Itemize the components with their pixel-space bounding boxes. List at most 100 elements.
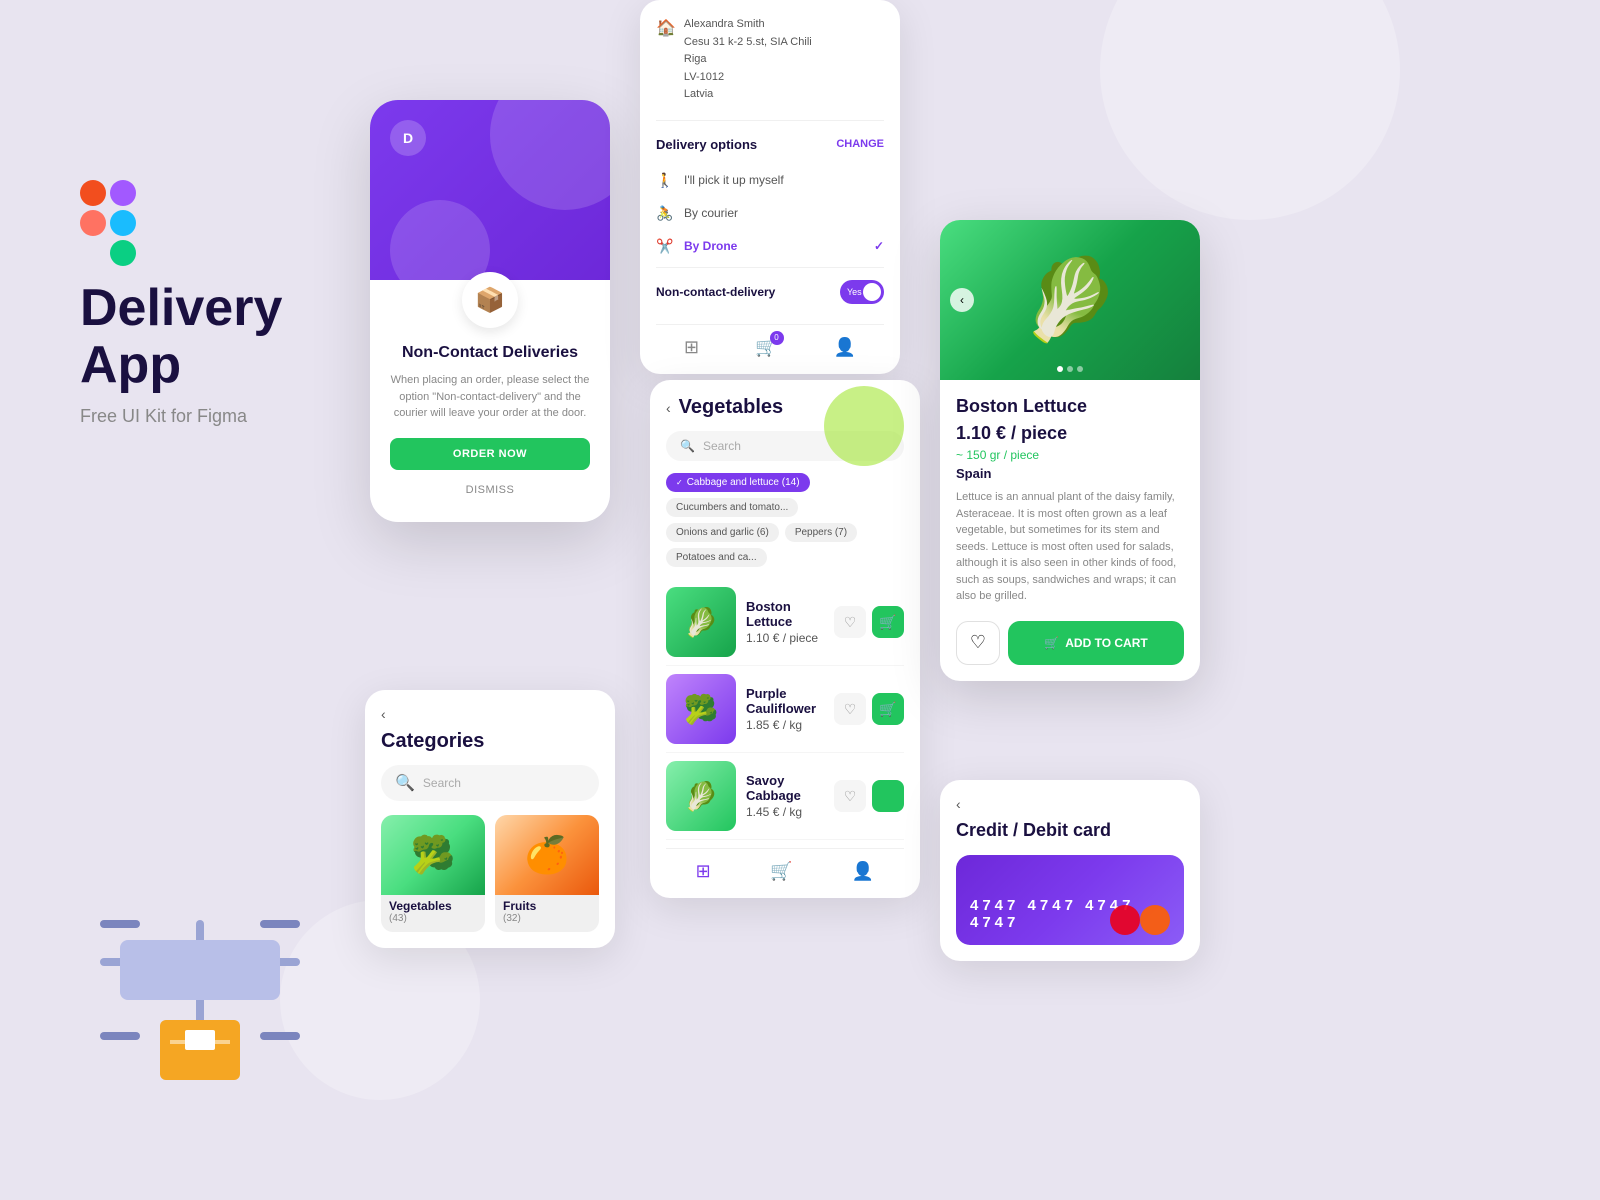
categories-grid: Vegetables (43) Fruits (32) bbox=[381, 815, 599, 932]
credit-card-visual: 4747 4747 4747 4747 bbox=[956, 855, 1184, 945]
change-button[interactable]: CHANGE bbox=[836, 138, 884, 150]
chip-potatoes[interactable]: Potatoes and ca... bbox=[666, 548, 767, 567]
home-icon: 🏠 bbox=[656, 18, 676, 38]
chip-peppers[interactable]: Peppers (7) bbox=[785, 523, 857, 542]
delivery-package bbox=[160, 1020, 240, 1080]
drone-body bbox=[100, 920, 300, 1040]
profile-nav-icon[interactable]: 👤 bbox=[834, 337, 856, 358]
package-label bbox=[185, 1030, 215, 1050]
option-label: By Drone bbox=[684, 239, 737, 253]
delivery-address: 🏠 Alexandra Smith Cesu 31 k-2 5.st, SIA … bbox=[656, 16, 884, 121]
categories-search[interactable]: 🔍 Search bbox=[381, 765, 599, 801]
product-info: Boston Lettuce 1.10 € / piece bbox=[746, 599, 824, 645]
grid-nav-icon[interactable]: ⊞ bbox=[684, 337, 699, 358]
chip-cabbage[interactable]: ✓ Cabbage and lettuce (14) bbox=[666, 473, 810, 492]
dot-3 bbox=[1077, 366, 1083, 372]
product-image-area: 🥬 ‹ bbox=[940, 220, 1200, 380]
product-actions: ♡ 🛒 bbox=[834, 693, 904, 725]
category-vegetables[interactable]: Vegetables (43) bbox=[381, 815, 485, 932]
dismiss-button[interactable]: DISMISS bbox=[390, 478, 590, 502]
chip-cucumbers[interactable]: Cucumbers and tomato... bbox=[666, 498, 798, 517]
chip-label: Potatoes and ca... bbox=[676, 552, 757, 563]
bottom-nav: ⊞ 🛒 0 👤 bbox=[656, 324, 884, 358]
category-count: (43) bbox=[381, 913, 485, 924]
chip-onions[interactable]: Onions and garlic (6) bbox=[666, 523, 779, 542]
boston-lettuce-image: 🥬 bbox=[666, 587, 736, 657]
non-contact-card: D 📦 Non-Contact Deliveries When placing … bbox=[370, 100, 610, 522]
mastercard-red bbox=[1110, 905, 1140, 935]
product-purple-cauliflower: 🥦 Purple Cauliflower 1.85 € / kg ♡ 🛒 bbox=[666, 666, 904, 753]
figma-logo bbox=[80, 180, 140, 260]
drone-propeller-br bbox=[260, 1032, 300, 1040]
product-wishlist-button[interactable]: ♡ bbox=[956, 621, 1000, 665]
brand-title: Delivery App bbox=[80, 280, 360, 394]
mastercard-logo bbox=[1120, 905, 1170, 935]
category-name: Fruits bbox=[495, 895, 599, 913]
back-arrow[interactable]: ‹ bbox=[666, 400, 671, 416]
mastercard-orange bbox=[1140, 905, 1170, 935]
categories-title: Categories bbox=[381, 730, 599, 753]
add-to-cart-button[interactable] bbox=[872, 780, 904, 812]
product-description: Lettuce is an annual plant of the daisy … bbox=[956, 489, 1184, 605]
logo-green bbox=[110, 240, 136, 266]
product-price: 1.85 € / kg bbox=[746, 718, 824, 732]
product-image: 🥬 bbox=[1020, 253, 1120, 347]
product-actions: ♡ bbox=[834, 780, 904, 812]
product-boston-lettuce: 🥬 Boston Lettuce 1.10 € / piece ♡ 🛒 bbox=[666, 579, 904, 666]
category-fruits[interactable]: Fruits (32) bbox=[495, 815, 599, 932]
wishlist-button[interactable]: ♡ bbox=[834, 606, 866, 638]
option-pickup[interactable]: 🚶 I'll pick it up myself bbox=[656, 164, 884, 197]
vegetables-search-card: ‹ Vegetables 🔍 Search ✓ Cabbage and lett… bbox=[650, 380, 920, 898]
walk-icon: 🚶 bbox=[656, 172, 676, 189]
non-contact-toggle[interactable]: Yes bbox=[840, 280, 884, 304]
wishlist-button[interactable]: ♡ bbox=[834, 780, 866, 812]
add-to-cart-button[interactable]: 🛒 bbox=[872, 606, 904, 638]
bg-decoration-1 bbox=[1100, 0, 1400, 220]
search-placeholder: Search bbox=[423, 776, 461, 790]
credit-back-arrow[interactable]: ‹ bbox=[956, 796, 1184, 812]
dot-2 bbox=[1067, 366, 1073, 372]
box-icon: 📦 bbox=[462, 272, 518, 328]
add-to-cart-button[interactable]: 🛒 bbox=[872, 693, 904, 725]
option-courier[interactable]: 🚴 By courier bbox=[656, 197, 884, 230]
chip-label: Onions and garlic (6) bbox=[676, 527, 769, 538]
product-image-dots bbox=[1057, 366, 1083, 372]
product-size: ~ 150 gr / piece bbox=[956, 448, 1184, 462]
bike-icon: 🚴 bbox=[656, 205, 676, 222]
order-now-button[interactable]: ORDER NOW bbox=[390, 438, 590, 470]
vegetables-title: Vegetables bbox=[679, 396, 784, 419]
header-blob-1 bbox=[490, 100, 610, 210]
product-detail-name: Boston Lettuce bbox=[956, 396, 1184, 417]
product-info: Savoy Cabbage 1.45 € / kg bbox=[746, 773, 824, 819]
logo-orange bbox=[80, 210, 106, 236]
option-drone[interactable]: ✂️ By Drone ✓ bbox=[656, 230, 884, 263]
cart-nav[interactable]: 🛒 bbox=[770, 861, 792, 882]
brand-panel: Delivery App Free UI Kit for Figma bbox=[80, 180, 360, 427]
product-nav-arrow[interactable]: ‹ bbox=[950, 288, 974, 312]
option-label: I'll pick it up myself bbox=[684, 173, 784, 187]
drone-propeller-bl bbox=[100, 1032, 140, 1040]
categories-card: ‹ Categories 🔍 Search Vegetables (43) Fr… bbox=[365, 690, 615, 948]
wishlist-button[interactable]: ♡ bbox=[834, 693, 866, 725]
search-icon: 🔍 bbox=[680, 439, 695, 453]
card-description: When placing an order, please select the… bbox=[390, 372, 590, 422]
categories-back-arrow[interactable]: ‹ bbox=[381, 706, 599, 722]
add-to-cart-button[interactable]: 🛒 ADD TO CART bbox=[1008, 621, 1184, 665]
product-name: Purple Cauliflower bbox=[746, 686, 824, 716]
credit-card-panel: ‹ Credit / Debit card 4747 4747 4747 474… bbox=[940, 780, 1200, 961]
app-logo: D bbox=[390, 120, 426, 156]
dot-1 bbox=[1057, 366, 1063, 372]
drone-frame bbox=[120, 940, 280, 1000]
options-header: Delivery options CHANGE bbox=[656, 137, 884, 152]
brand-subtitle: Free UI Kit for Figma bbox=[80, 406, 360, 427]
address-text: Alexandra Smith Cesu 31 k-2 5.st, SIA Ch… bbox=[684, 16, 812, 104]
option-label: By courier bbox=[684, 206, 738, 220]
product-price: 1.45 € / kg bbox=[746, 805, 824, 819]
cart-icon: 🛒 bbox=[1044, 636, 1059, 650]
logo-blue bbox=[110, 210, 136, 236]
profile-nav[interactable]: 👤 bbox=[852, 861, 874, 882]
grid-nav[interactable]: ⊞ bbox=[696, 861, 711, 882]
cauliflower-image: 🥦 bbox=[666, 674, 736, 744]
cart-nav-icon[interactable]: 🛒 0 bbox=[755, 337, 777, 358]
chip-label: Peppers (7) bbox=[795, 527, 847, 538]
